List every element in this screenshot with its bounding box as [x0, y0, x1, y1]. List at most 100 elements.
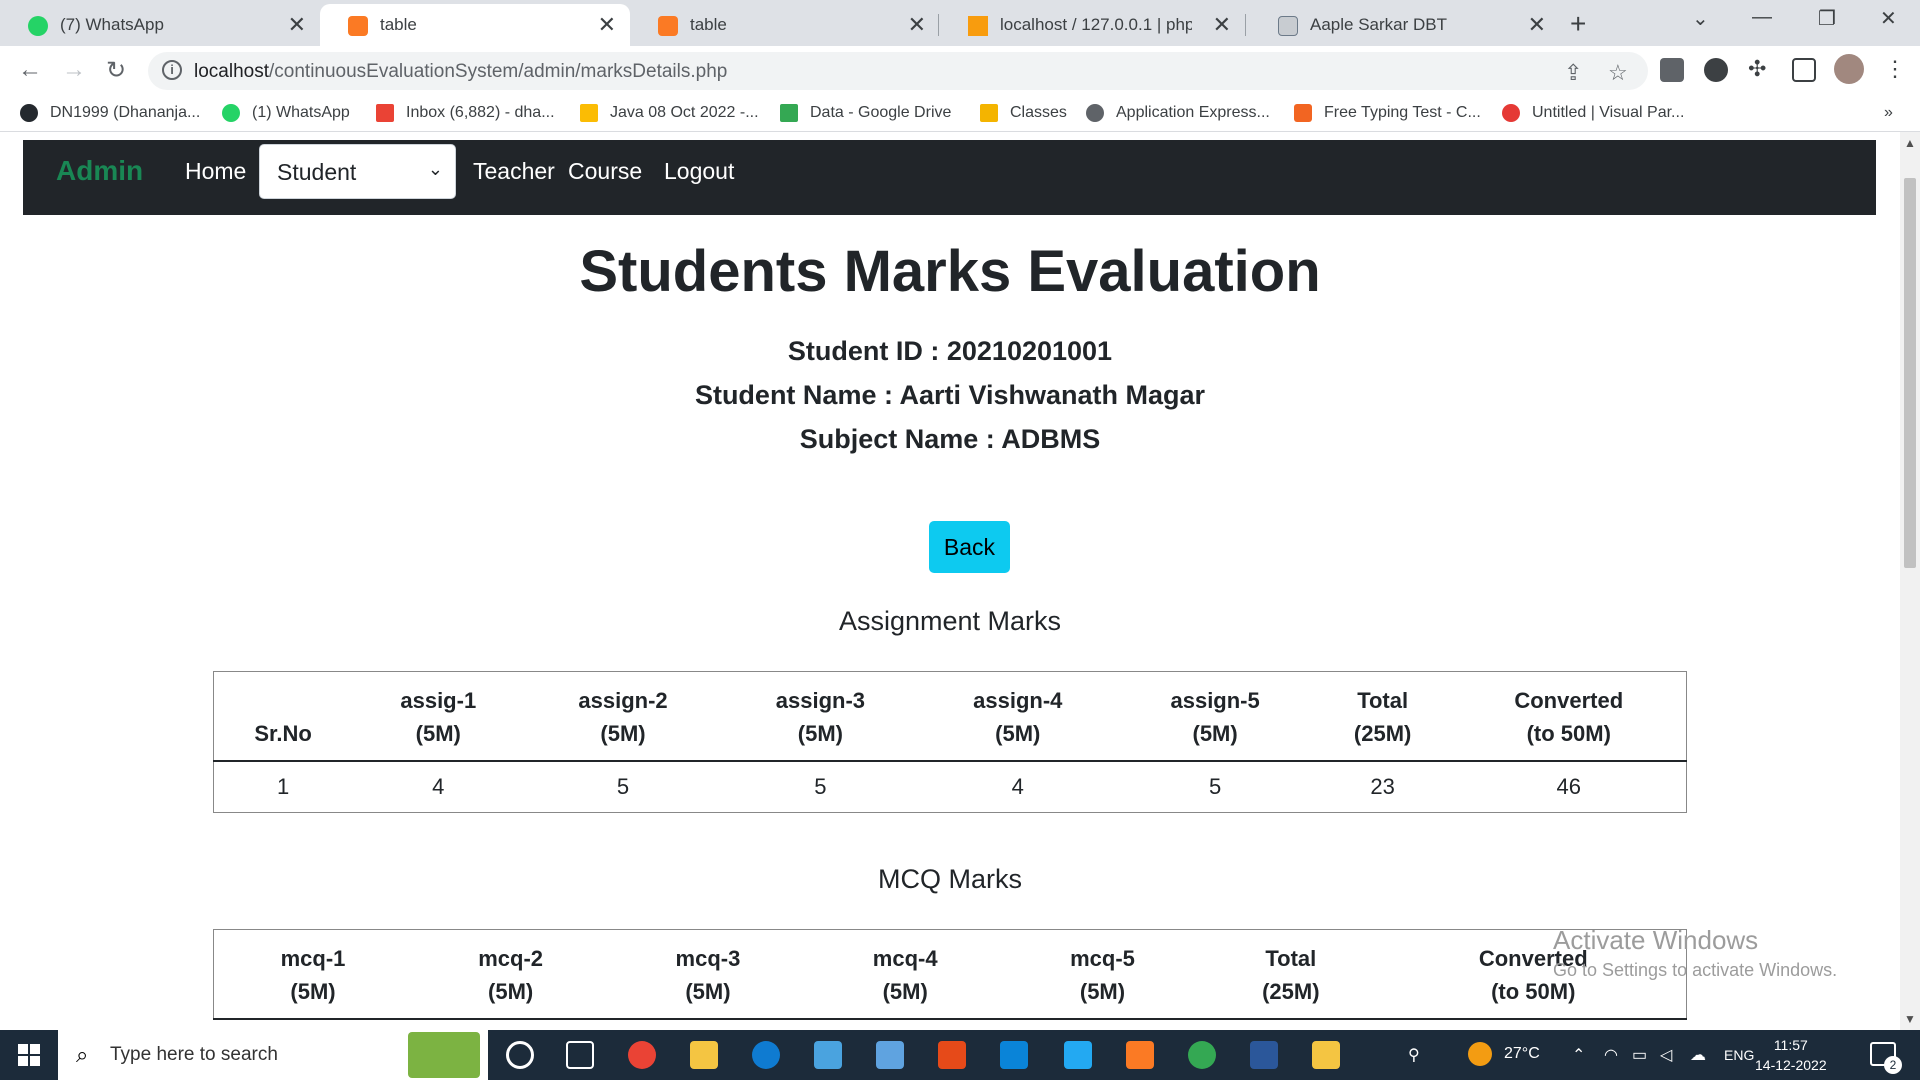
bookmark-label: Free Typing Test - C...	[1324, 104, 1481, 121]
task-view-icon[interactable]	[566, 1041, 594, 1069]
weather-sun-icon[interactable]	[1468, 1042, 1492, 1066]
xampp-icon[interactable]	[1126, 1041, 1154, 1069]
tab-whatsapp[interactable]: (7) WhatsApp ✕	[0, 4, 320, 46]
file-explorer-icon[interactable]	[690, 1041, 718, 1069]
student-select-value: Student	[277, 159, 357, 185]
header-total: Total (25M)	[1313, 671, 1452, 762]
cell-converted: 46	[1451, 761, 1687, 813]
bookmark-classes[interactable]: Classes	[980, 104, 1067, 122]
bookmark-github[interactable]: DN1999 (Dhananja...	[20, 104, 200, 122]
windows-taskbar: ⌕ Type here to search ⚲ 27°C ⌃ ◠ ▭ ◁ ☁ E…	[0, 1030, 1920, 1080]
side-panel-icon[interactable]	[1792, 58, 1816, 82]
onedrive-cloud-icon[interactable]: ☁	[1690, 1045, 1706, 1065]
close-tab-icon[interactable]: ✕	[1528, 12, 1546, 38]
bookmark-whatsapp[interactable]: (1) WhatsApp	[222, 104, 350, 122]
edge-icon[interactable]	[752, 1041, 780, 1069]
chevron-down-icon: ⌄	[427, 159, 443, 179]
navbar-brand[interactable]: Admin	[56, 155, 143, 187]
taskbar-search[interactable]: ⌕ Type here to search	[58, 1030, 488, 1080]
wifi-icon[interactable]: ◠	[1604, 1045, 1618, 1065]
visual-paradigm-icon	[1502, 104, 1520, 122]
bookmarks-overflow-icon[interactable]: »	[1884, 104, 1893, 122]
extension-cube-icon[interactable]	[1660, 58, 1684, 82]
close-tab-icon[interactable]: ✕	[598, 12, 616, 38]
github-icon	[20, 104, 38, 122]
office-icon[interactable]	[938, 1041, 966, 1069]
people-icon[interactable]: ⚲	[1408, 1045, 1420, 1065]
scroll-up-icon[interactable]: ▲	[1904, 136, 1916, 150]
extension-circle-icon[interactable]	[1704, 58, 1728, 82]
minimize-icon[interactable]: —	[1752, 6, 1772, 29]
bookmark-apex[interactable]: Application Express...	[1086, 104, 1270, 122]
scroll-down-icon[interactable]: ▼	[1904, 1012, 1916, 1026]
cortana-icon[interactable]	[506, 1041, 534, 1069]
chrome-active-icon[interactable]	[1188, 1041, 1216, 1069]
tab-search-chevron-icon[interactable]: ⌄	[1692, 6, 1709, 31]
bookmark-visual-paradigm[interactable]: Untitled | Visual Par...	[1502, 104, 1684, 122]
new-tab-icon[interactable]: +	[1570, 8, 1586, 40]
extensions-puzzle-icon[interactable]: ✣	[1748, 56, 1766, 82]
file-explorer-active-icon[interactable]	[1312, 1041, 1340, 1069]
xampp-icon	[348, 16, 368, 36]
back-arrow-icon[interactable]: ←	[18, 56, 42, 84]
close-tab-icon[interactable]: ✕	[288, 12, 306, 38]
vscode-icon[interactable]	[1064, 1041, 1092, 1069]
header-assign-2: assign-2 (5M)	[524, 671, 722, 762]
tab-separator	[1245, 14, 1246, 36]
tab-separator	[938, 14, 939, 36]
battery-icon[interactable]: ▭	[1632, 1045, 1647, 1065]
tab-title: localhost / 127.0.0.1 | phpMyA	[1000, 15, 1192, 34]
menu-kebab-icon[interactable]: ⋮	[1884, 56, 1906, 82]
profile-avatar[interactable]	[1834, 54, 1864, 84]
classroom-icon	[980, 104, 998, 122]
nav-logout-link[interactable]: Logout	[664, 158, 734, 185]
temperature[interactable]: 27°C	[1504, 1045, 1540, 1063]
scrollbar-thumb[interactable]	[1904, 178, 1916, 568]
microsoft-store-icon[interactable]	[876, 1041, 904, 1069]
student-select[interactable]: Student ⌄	[259, 144, 456, 199]
header-total: Total (25M)	[1201, 929, 1381, 1020]
watermark-subtitle: Go to Settings to activate Windows.	[1553, 960, 1838, 980]
tray-chevron-up-icon[interactable]: ⌃	[1572, 1045, 1585, 1065]
windows-start-icon[interactable]	[18, 1044, 40, 1066]
header-sr-no: Sr.No	[213, 671, 353, 762]
bookmark-data-drive[interactable]: Data - Google Drive	[780, 104, 951, 122]
speaker-icon[interactable]: ◁	[1660, 1045, 1672, 1065]
tab-table-active[interactable]: table ✕	[320, 4, 630, 46]
chrome-icon[interactable]	[628, 1041, 656, 1069]
tab-phpmyadmin[interactable]: localhost / 127.0.0.1 | phpMyA ✕	[940, 4, 1245, 46]
address-bar[interactable]: i localhost/continuousEvaluationSystem/a…	[148, 52, 1648, 90]
page-scrollbar[interactable]: ▲ ▼	[1900, 132, 1920, 1030]
tab-aaple-sarkar[interactable]: Aaple Sarkar DBT ✕	[1250, 4, 1560, 46]
bookmark-java-drive[interactable]: Java 08 Oct 2022 -...	[580, 104, 759, 122]
nav-course-link[interactable]: Course	[568, 158, 642, 185]
header-assign-5: assign-5 (5M)	[1116, 671, 1314, 762]
page-content: Admin Home Student ⌄ Teacher Course Logo…	[0, 132, 1900, 1030]
restore-icon[interactable]: ❐	[1818, 6, 1836, 31]
site-info-icon[interactable]: i	[162, 60, 182, 80]
bookmark-label: Application Express...	[1116, 104, 1270, 121]
close-window-icon[interactable]: ✕	[1880, 6, 1897, 31]
clock[interactable]: 11:57 14-12-2022	[1755, 1035, 1827, 1075]
language-indicator[interactable]: ENG	[1724, 1047, 1754, 1063]
tab-table[interactable]: table ✕	[630, 4, 940, 46]
nav-teacher-link[interactable]: Teacher	[473, 158, 555, 185]
close-tab-icon[interactable]: ✕	[908, 12, 926, 38]
bookmark-star-icon[interactable]: ☆	[1608, 60, 1628, 86]
bookmark-gmail[interactable]: Inbox (6,882) - dha...	[376, 104, 555, 122]
word-icon[interactable]	[1250, 1041, 1278, 1069]
back-button[interactable]: Back	[929, 521, 1010, 573]
close-tab-icon[interactable]: ✕	[1213, 12, 1231, 38]
reload-icon[interactable]: ↻	[106, 56, 126, 85]
student-id: Student ID : 20210201001	[787, 336, 1113, 366]
tab-title: (7) WhatsApp	[60, 15, 164, 34]
bookmark-typing-test[interactable]: Free Typing Test - C...	[1294, 104, 1481, 122]
phpmyadmin-icon	[968, 16, 988, 36]
bookmark-label: Data - Google Drive	[810, 104, 952, 121]
blue-app-icon[interactable]	[1000, 1041, 1028, 1069]
share-icon[interactable]: ⇪	[1564, 60, 1582, 86]
url-text[interactable]: localhost/continuousEvaluationSystem/adm…	[194, 61, 727, 83]
forward-arrow-icon[interactable]: →	[62, 56, 86, 84]
snipping-tool-icon[interactable]	[814, 1041, 842, 1069]
nav-home-link[interactable]: Home	[185, 158, 246, 185]
